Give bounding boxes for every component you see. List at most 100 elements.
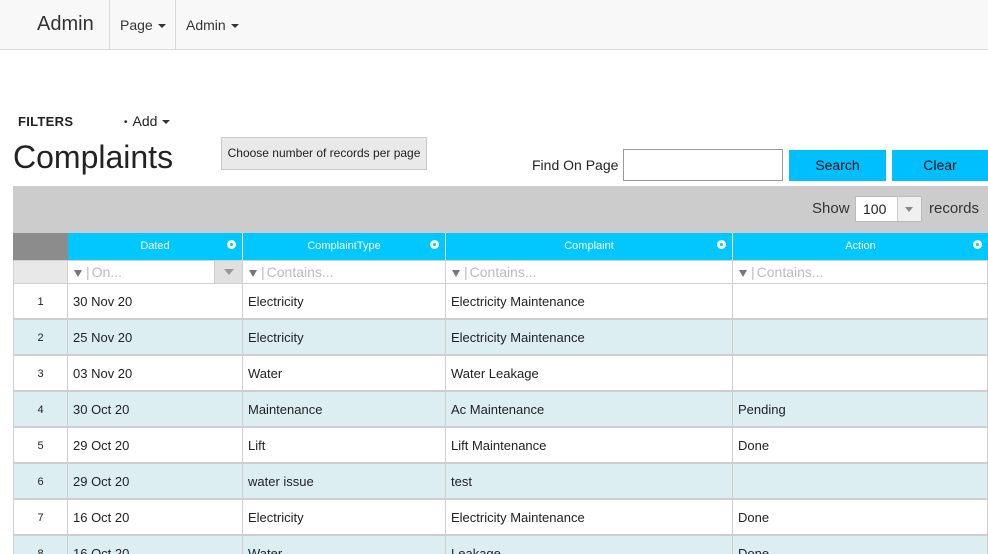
add-filter-menu[interactable]: • Add: [124, 113, 171, 129]
row-number: 7: [13, 500, 68, 536]
filter-icon[interactable]: [249, 269, 257, 277]
cell-complainttype: Lift: [243, 428, 446, 464]
bullet-icon: •: [124, 116, 128, 128]
cell-action: [733, 356, 988, 392]
cell-dated: 16 Oct 20: [68, 536, 243, 554]
cell-dated: 30 Nov 20: [68, 284, 243, 320]
cell-action: Done: [733, 428, 988, 464]
gear-icon[interactable]: [973, 240, 982, 249]
add-label: Add: [132, 113, 158, 129]
table-row[interactable]: 6 29 Oct 20 water issue test: [13, 464, 988, 500]
row-number: 6: [13, 464, 68, 500]
row-number: 4: [13, 392, 68, 428]
nav-admin-label: Admin: [186, 17, 226, 33]
filter-icon[interactable]: [739, 269, 747, 277]
grid-toolbar: Show 100 records: [13, 186, 988, 233]
cell-action: [733, 464, 988, 500]
caret-down-icon: [157, 24, 166, 29]
cell-dated: 03 Nov 20: [68, 356, 243, 392]
cell-complainttype: Electricity: [243, 500, 446, 536]
grid-filter-row: | On... | Contains... | Contains... | Contai…: [13, 260, 988, 284]
cell-complaint: Electricity Maintenance: [446, 320, 733, 356]
cell-dated: 25 Nov 20: [68, 320, 243, 356]
cell-dated: 29 Oct 20: [68, 464, 243, 500]
cell-complaint: Lift Maintenance: [446, 428, 733, 464]
gear-icon[interactable]: [717, 240, 726, 249]
complaints-grid: Dated ComplaintType Complaint Action | On…: [13, 233, 988, 554]
clear-button[interactable]: Clear: [892, 150, 988, 181]
filter-icon[interactable]: [452, 269, 460, 277]
cell-complainttype: Water: [243, 536, 446, 554]
cell-complaint: test: [446, 464, 733, 500]
column-header-label: Complaint: [564, 240, 614, 252]
cell-complainttype: Maintenance: [243, 392, 446, 428]
filter-dated[interactable]: | On...: [68, 260, 243, 284]
cell-action: [733, 284, 988, 320]
cell-dated: 29 Oct 20: [68, 428, 243, 464]
caret-down-icon: [162, 120, 171, 125]
chevron-down-icon[interactable]: [897, 197, 921, 221]
filter-complainttype[interactable]: | Contains...: [243, 260, 446, 284]
records-label: records: [929, 200, 980, 217]
filter-complaint[interactable]: | Contains...: [446, 260, 733, 284]
column-header-label: ComplaintType: [307, 240, 381, 252]
column-header-action[interactable]: Action: [733, 233, 988, 260]
row-number-filter-cell: [13, 260, 68, 284]
cell-complaint: Electricity Maintenance: [446, 284, 733, 320]
table-row[interactable]: 8 16 Oct 20 Water Leakage Done: [13, 536, 988, 554]
cell-dated: 16 Oct 20: [68, 500, 243, 536]
table-row[interactable]: 3 03 Nov 20 Water Water Leakage: [13, 356, 988, 392]
column-header-label: Action: [845, 240, 876, 252]
table-row[interactable]: 4 30 Oct 20 Maintenance Ac Maintenance P…: [13, 392, 988, 428]
page-size-select[interactable]: 100: [855, 196, 922, 222]
row-number: 2: [13, 320, 68, 356]
gear-icon[interactable]: [227, 240, 236, 249]
filter-placeholder: On...: [91, 264, 122, 280]
filter-placeholder: Contains...: [266, 264, 334, 280]
cell-action: Pending: [733, 392, 988, 428]
column-header-complaint[interactable]: Complaint: [446, 233, 733, 260]
brand-title[interactable]: Admin: [37, 13, 94, 36]
column-header-label: Dated: [140, 240, 170, 252]
row-number: 1: [13, 284, 68, 320]
caret-down-icon: [230, 24, 239, 29]
filter-placeholder: Contains...: [469, 264, 537, 280]
records-per-page-button[interactable]: Choose number of records per page: [221, 137, 427, 170]
cell-complainttype: water issue: [243, 464, 446, 500]
nav-page-label: Page: [120, 17, 153, 33]
table-row[interactable]: 7 16 Oct 20 Electricity Electricity Main…: [13, 500, 988, 536]
page-title: Complaints: [13, 139, 174, 175]
grid-header-row: Dated ComplaintType Complaint Action: [13, 233, 988, 260]
column-header-dated[interactable]: Dated: [68, 233, 243, 260]
find-on-page-label: Find On Page: [532, 157, 619, 173]
row-number: 3: [13, 356, 68, 392]
cell-complainttype: Electricity: [243, 320, 446, 356]
cell-action: [733, 320, 988, 356]
cell-complaint: Leakage: [446, 536, 733, 554]
nav-page-menu[interactable]: Page: [109, 0, 176, 50]
filters-label: FILTERS: [18, 114, 74, 129]
cell-complainttype: Water: [243, 356, 446, 392]
cell-complaint: Water Leakage: [446, 356, 733, 392]
top-navbar: Admin Page Admin: [0, 0, 988, 50]
find-on-page-input[interactable]: [623, 149, 783, 181]
row-number: 5: [13, 428, 68, 464]
row-number-header: [13, 233, 68, 260]
table-row[interactable]: 5 29 Oct 20 Lift Lift Maintenance Done: [13, 428, 988, 464]
column-header-complainttype[interactable]: ComplaintType: [243, 233, 446, 260]
cell-dated: 30 Oct 20: [68, 392, 243, 428]
cell-complainttype: Electricity: [243, 284, 446, 320]
chevron-down-icon[interactable]: [214, 261, 242, 283]
cell-complaint: Electricity Maintenance: [446, 500, 733, 536]
table-row[interactable]: 2 25 Nov 20 Electricity Electricity Main…: [13, 320, 988, 356]
nav-admin-menu[interactable]: Admin: [175, 0, 249, 50]
cell-action: Done: [733, 500, 988, 536]
page-size-value: 100: [863, 201, 887, 217]
show-label: Show: [812, 200, 850, 217]
table-row[interactable]: 1 30 Nov 20 Electricity Electricity Main…: [13, 284, 988, 320]
filter-icon[interactable]: [74, 269, 82, 277]
gear-icon[interactable]: [430, 240, 439, 249]
filter-placeholder: Contains...: [756, 264, 824, 280]
search-button[interactable]: Search: [789, 150, 886, 181]
filter-action[interactable]: | Contains...: [733, 260, 988, 284]
